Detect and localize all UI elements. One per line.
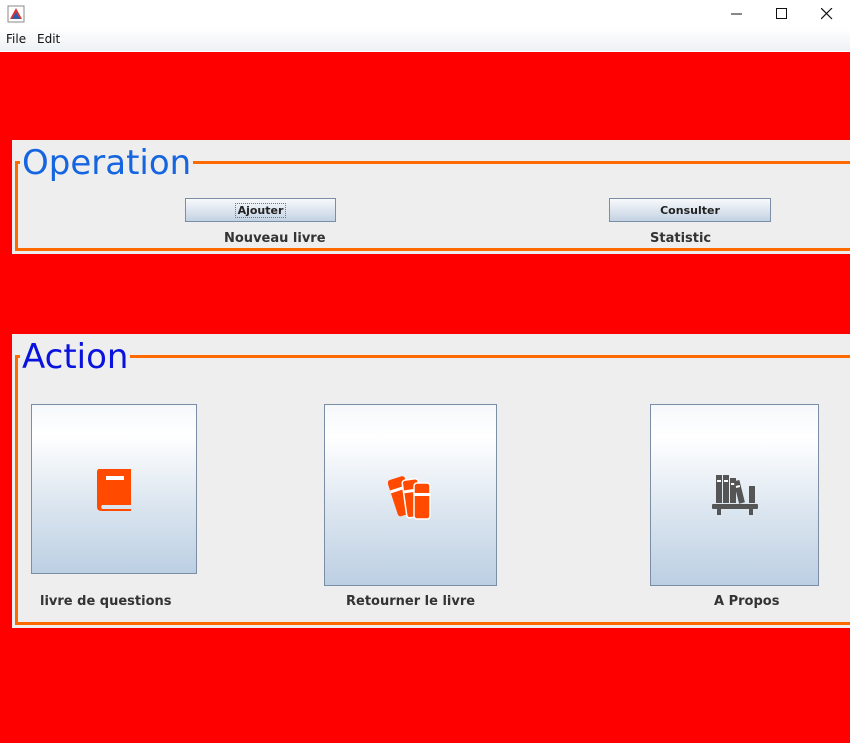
consulter-label: Consulter <box>660 203 720 217</box>
minimize-button[interactable] <box>714 0 760 28</box>
menu-file[interactable]: File <box>6 32 26 46</box>
main-content: Operation Ajouter Nouveau livre Consulte… <box>0 52 850 743</box>
operation-panel: Operation Ajouter Nouveau livre Consulte… <box>12 140 850 254</box>
ajouter-button[interactable]: Ajouter <box>185 198 336 222</box>
ajouter-label: Ajouter <box>234 202 287 218</box>
title-bar <box>0 0 850 28</box>
java-app-icon <box>7 5 25 23</box>
a-propos-label: A Propos <box>714 594 780 609</box>
a-propos-button[interactable] <box>650 404 819 586</box>
book-icon <box>97 469 131 511</box>
menu-bar: File Edit <box>0 28 850 51</box>
menu-edit[interactable]: Edit <box>37 32 60 46</box>
action-panel: Action livre de questions Retourner le l… <box>12 334 850 628</box>
minimize-icon <box>731 13 742 15</box>
retourner-le-livre-button[interactable] <box>324 404 497 586</box>
retourner-le-livre-label: Retourner le livre <box>346 594 476 609</box>
livre-de-questions-label: livre de questions <box>40 594 172 609</box>
statistic-label: Statistic <box>650 231 712 246</box>
consulter-button[interactable]: Consulter <box>609 198 771 222</box>
bookshelf-icon <box>712 475 758 515</box>
close-button[interactable] <box>804 0 850 28</box>
close-icon <box>821 8 833 20</box>
maximize-icon <box>776 8 787 19</box>
action-title: Action <box>20 336 131 378</box>
maximize-button[interactable] <box>759 0 805 28</box>
livre-de-questions-button[interactable] <box>31 404 197 574</box>
nouveau-livre-label: Nouveau livre <box>224 231 326 246</box>
operation-title: Operation <box>20 142 194 184</box>
books-icon <box>388 476 431 520</box>
